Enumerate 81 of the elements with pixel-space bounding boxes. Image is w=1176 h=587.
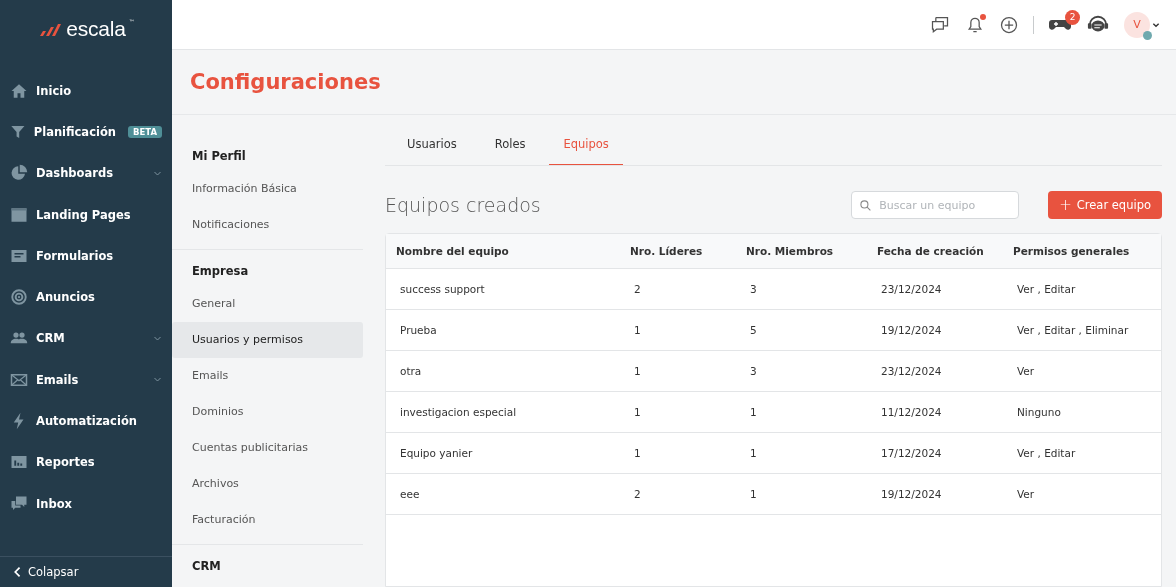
count-badge: 2 — [1065, 9, 1080, 25]
table-cell-text: 2 — [633, 488, 642, 500]
chevron-down-icon — [1152, 20, 1160, 29]
tab[interactable]: Roles — [480, 127, 540, 165]
sidebar-item[interactable]: CRM — [0, 317, 172, 360]
column-header: Nro. Líderes — [629, 245, 704, 257]
sidebar-item[interactable]: Inbox — [0, 482, 172, 525]
settings-menu-item[interactable]: Archivos — [172, 466, 363, 502]
table-cell-text: 23/12/2024 — [880, 365, 943, 377]
add-button[interactable] — [999, 14, 1019, 35]
table-cell-text: Equipo yanier — [399, 447, 474, 459]
logo-slashes-icon — [37, 22, 64, 36]
table-cell-text: investigacion especial — [399, 406, 518, 418]
table-cell-text: 1 — [633, 447, 642, 459]
table-cell-text: Ninguno — [1016, 406, 1062, 418]
sidebar-item[interactable]: Anuncios — [0, 276, 172, 318]
target-icon — [10, 288, 28, 307]
table-cell-text: 1 — [749, 406, 758, 418]
column-header: Nombre del equipo — [395, 245, 510, 257]
settings-menu-item[interactable]: Facturación — [172, 502, 363, 538]
table-cell-text: 19/12/2024 — [880, 488, 943, 500]
beta-badge: BETA — [128, 125, 162, 138]
sidebar-item[interactable]: Dashboards — [0, 152, 172, 194]
create-team-button[interactable]: + Crear equipo — [1048, 191, 1162, 219]
settings-menu-item[interactable]: Información Básica — [172, 171, 363, 207]
table-cell-text: 11/12/2024 — [880, 406, 943, 418]
sidebar-item[interactable]: Emails — [0, 359, 172, 401]
sidebar-item[interactable]: Formularios — [0, 235, 172, 277]
table-cell-text: 17/12/2024 — [880, 447, 943, 459]
table-cell-text: Prueba — [399, 324, 438, 336]
settings-menu-item[interactable]: Cuentas publicitarias — [172, 430, 363, 466]
sidebar-item[interactable]: Planificación BETA — [0, 111, 172, 153]
search-icon — [859, 199, 873, 212]
chevron-left-icon — [12, 566, 22, 578]
sidebar-item[interactable]: Automatización — [0, 400, 172, 442]
browser-page-icon — [10, 205, 28, 224]
search-field[interactable]: Buscar un equipo — [851, 191, 1020, 219]
table-cell-text: 1 — [633, 406, 642, 418]
table-cell-text: eee — [399, 488, 421, 500]
settings-menu-item[interactable]: General — [172, 286, 363, 322]
plus-circle-icon — [999, 14, 1019, 35]
gamepad-icon — [1048, 18, 1072, 31]
gamepad-button[interactable] — [1048, 18, 1072, 31]
table-cell-text: 1 — [633, 365, 642, 377]
settings-menu-item[interactable]: Dominios — [172, 394, 363, 430]
chat-bubbles-icon — [929, 14, 951, 35]
table-cell-text: Ver — [1016, 488, 1036, 500]
table-cell-text: Ver , Editar — [1016, 447, 1077, 459]
table-cell-text: 1 — [633, 324, 642, 336]
settings-menu-item[interactable]: Notificaciones — [172, 207, 363, 243]
tab[interactable]: Usuarios — [393, 127, 471, 165]
table-cell-text: success support — [399, 283, 486, 295]
menu-section-title: CRM — [191, 558, 222, 575]
brand-logo-text: escala — [66, 17, 126, 41]
chat-bubbles-icon — [10, 494, 28, 513]
menu-section-title: Mi Perfil — [191, 148, 247, 165]
section-title: Equipos creados — [385, 194, 542, 216]
table-cell-text: otra — [399, 365, 423, 377]
table-cell-text: Ver , Editar — [1016, 283, 1077, 295]
sidebar-item[interactable]: Reportes — [0, 441, 172, 483]
table-cell-text: Ver , Editar , Eliminar — [1016, 324, 1130, 336]
table-cell-text: 1 — [749, 447, 758, 459]
table-cell-text: 3 — [749, 283, 758, 295]
sidebar-item[interactable]: Inicio — [0, 70, 172, 112]
pie-chart-icon — [10, 164, 28, 183]
table-cell-text: 1 — [749, 488, 758, 500]
table-cell-text: 3 — [749, 365, 758, 377]
column-header: Nro. Miembros — [745, 245, 835, 257]
settings-menu-item[interactable]: Usuarios y permisos — [172, 322, 363, 358]
messages-button[interactable] — [929, 14, 951, 35]
column-header: Permisos generales — [1012, 245, 1131, 257]
menu-section-title: Empresa — [191, 263, 250, 280]
column-header: Fecha de creación — [876, 245, 985, 257]
table-cell-text: Ver — [1016, 365, 1036, 377]
settings-menu-item[interactable]: Emails — [172, 358, 363, 394]
notifications-button[interactable] — [965, 14, 985, 35]
table-cell-text: 5 — [749, 324, 758, 336]
sidebar-item[interactable]: Landing Pages — [0, 193, 172, 236]
table-cell-text: 2 — [633, 283, 642, 295]
table-cell-text: 19/12/2024 — [880, 324, 943, 336]
table-cell-text: 23/12/2024 — [880, 283, 943, 295]
